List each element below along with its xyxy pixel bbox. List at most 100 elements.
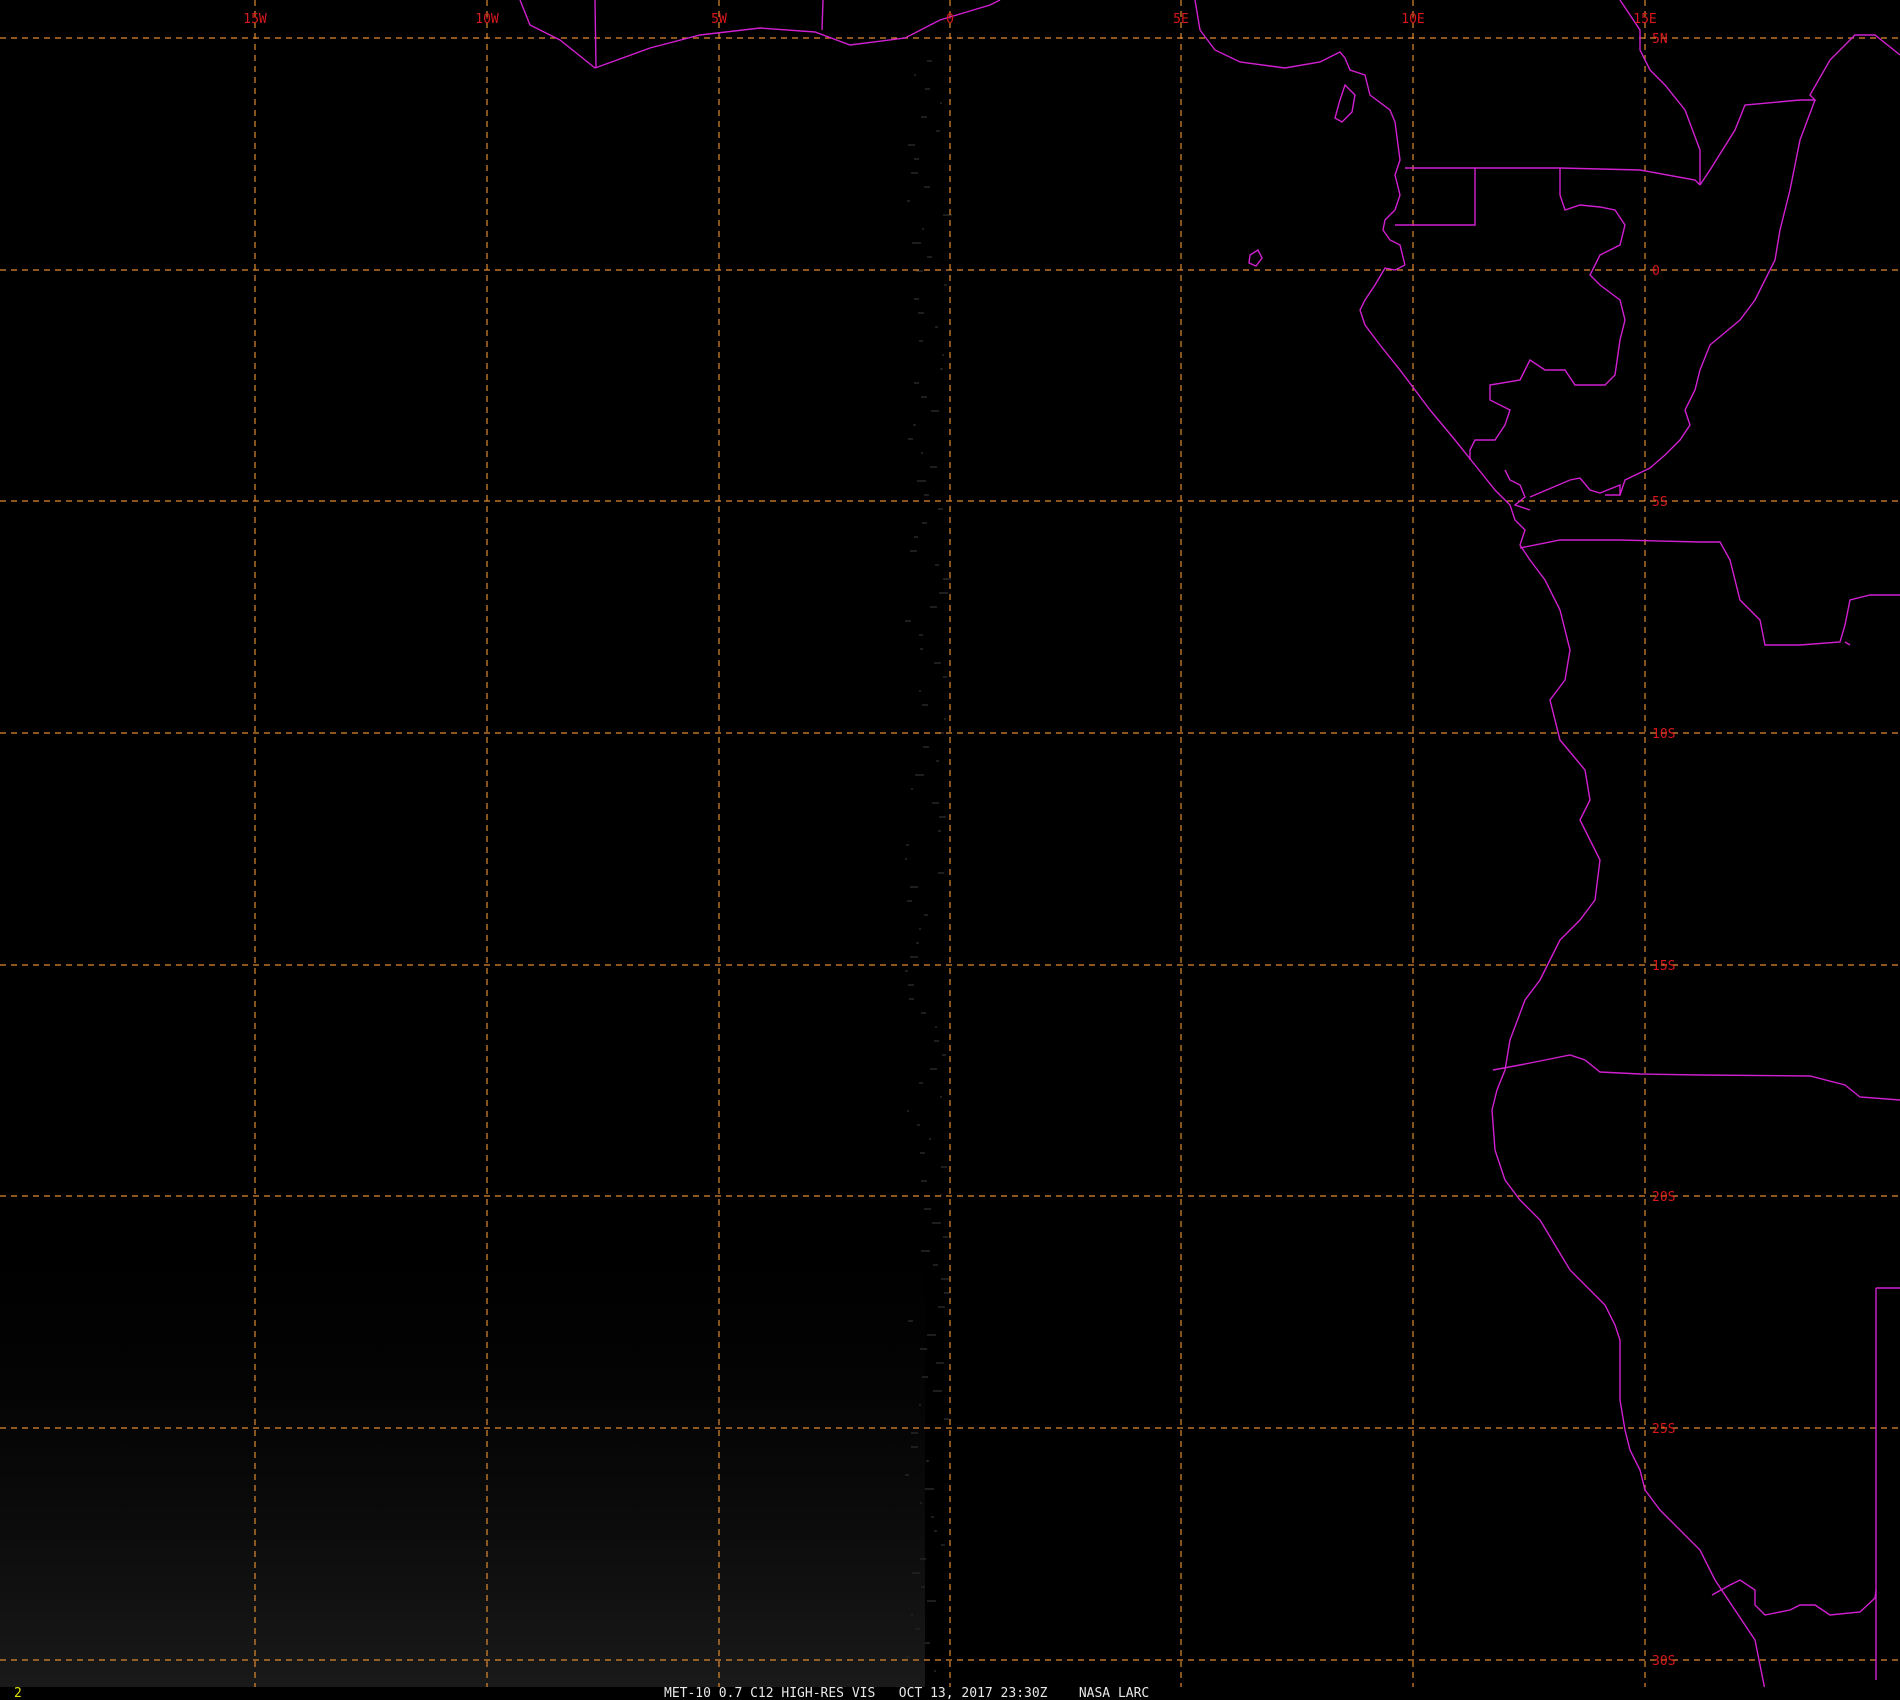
scan-line-dash [917,1124,920,1126]
scan-line-dash [942,354,944,356]
scan-line-dash [911,1432,918,1434]
scan-line-dash [930,1068,937,1070]
scan-line-dash [927,256,932,258]
scan-line-dash [911,788,913,790]
scan-line-dash [932,1222,941,1224]
scan-line-dash [935,326,938,328]
scan-line-dash [915,774,924,776]
scan-line-dash [927,60,932,62]
scan-line-dash [925,1488,934,1490]
scan-line-dash [909,998,914,1000]
scan-line-dash [921,1586,925,1588]
scan-line-dash [908,984,914,986]
scan-line-dash [936,130,940,132]
scan-line-dash [921,1012,926,1014]
scan-line-dash [933,1390,942,1392]
scan-line-dash [922,1376,928,1378]
scan-line-dash [927,1334,936,1336]
latitude-label: 25S [1652,1422,1675,1437]
latitude-label: 15S [1652,959,1675,974]
scan-line-dash [911,1614,913,1616]
scan-line-dash [929,1138,931,1140]
scan-line-dash [944,718,946,720]
scan-line-dash [927,1600,936,1602]
scan-line-dash [924,914,928,916]
low-light-haze [0,1190,925,1690]
scan-line-dash [940,102,942,104]
scan-line-dash [940,368,943,370]
scan-line-dash [941,1166,947,1168]
scan-line-dash [921,1250,930,1252]
scan-line-dash [917,480,926,482]
scan-line-dash [930,466,937,468]
scan-line-dash [921,452,923,454]
scan-line-dash [925,1642,930,1644]
scan-line-dash [912,242,921,244]
scan-line-dash [912,1572,920,1574]
scan-line-dash [920,1502,922,1504]
scan-line-dash [943,578,951,580]
scan-line-dash [933,1264,938,1266]
scan-line-dash [935,1026,937,1028]
scan-line-dash [905,1474,909,1476]
satellite-map-viewer[interactable]: 15W 10W 5W 0 5E 10E 15E 5N 0 5S 10S 15S 20S 25S 30S 2 … [0,0,1900,1700]
scan-line-dash [914,158,919,160]
scan-line-dash [914,74,916,76]
scan-line-dash [936,760,939,762]
latitude-label: 30S [1652,1654,1675,1669]
scan-line-dash [934,1530,937,1532]
scan-line-dash [922,522,927,524]
scan-line-dash [922,228,924,230]
scan-line-dash [943,676,947,678]
scan-line-dash [905,620,911,622]
scan-line-dash [935,564,939,566]
scan-line-dash [919,634,923,636]
satellite-image-map[interactable]: 15W 10W 5W 0 5E 10E 15E5N05S10S15S20S25S30S 2 … [0,0,1900,1700]
scan-line-dash [918,312,924,314]
scan-line-dash [914,382,919,384]
scan-line-dash [919,340,923,342]
scan-line-dash [944,1418,949,1420]
scan-line-dash [921,1180,927,1182]
scan-line-dash [920,1348,927,1350]
scan-line-dash [920,1152,925,1154]
ghana-togo-border [821,0,824,31]
scan-line-dash [910,956,918,958]
scan-line-dash [924,186,930,188]
scan-line-dash [931,1516,934,1518]
scan-line-dash [930,606,937,608]
scan-line-dash [915,1628,920,1630]
scan-line-dash [936,1362,944,1364]
scan-line-dash [910,550,917,552]
scan-line-dash [924,494,929,496]
scan-line-dash [942,1054,946,1056]
scan-line-dash [943,1236,948,1238]
scan-line-dash [913,424,916,426]
scan-line-dash [919,690,921,692]
scan-line-dash [907,1110,909,1112]
latitude-label: 10S [1652,727,1675,742]
scan-line-dash [911,1446,918,1448]
frame-number: 2 [14,1686,22,1700]
scan-line-dash [914,536,918,538]
scan-line-dash [919,1082,923,1084]
scan-line-dash [908,1320,913,1322]
scan-line-dash [922,704,928,706]
scan-line-dash [932,802,939,804]
longitude-label: 15W [243,12,267,27]
scan-line-dash [931,410,939,412]
longitude-label: 15E [1633,12,1656,27]
longitude-label: 0 [946,12,954,27]
scan-line-dash [925,88,930,90]
scan-line-dash [938,1306,945,1308]
scan-line-dash [905,858,907,860]
scan-line-dash [916,942,919,944]
scan-line-dash [914,298,919,300]
scan-line-dash [920,648,923,650]
scan-line-dash [934,662,941,664]
scan-line-dash [938,508,943,510]
latitude-label: 5N [1652,32,1668,47]
scan-line-dash [944,284,947,286]
scan-line-dash [905,970,908,972]
scan-line-dash [921,396,927,398]
